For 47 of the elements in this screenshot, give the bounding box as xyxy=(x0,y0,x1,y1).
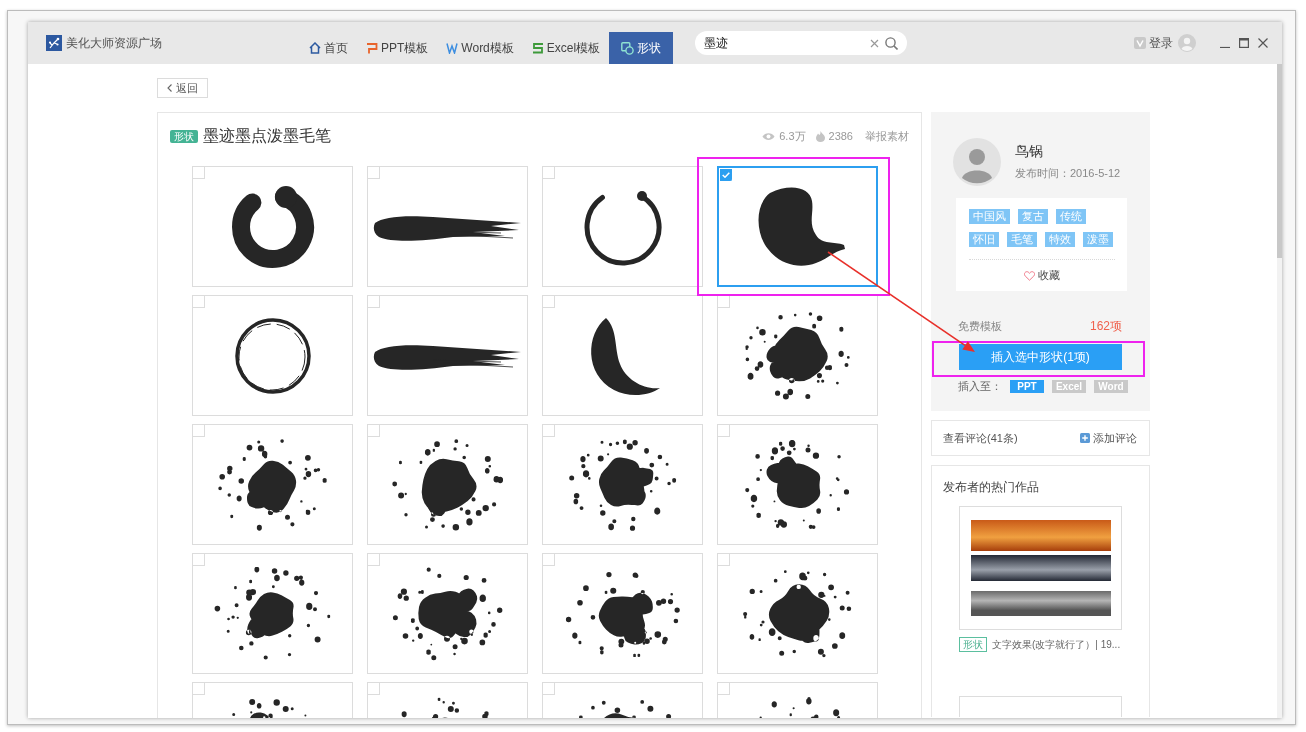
letter-s-icon xyxy=(531,42,544,54)
letter-w-icon xyxy=(446,42,459,54)
clear-icon[interactable] xyxy=(870,38,880,48)
checkmark-icon xyxy=(721,171,730,178)
eye-icon xyxy=(762,131,776,141)
report-link[interactable]: 举报素材 xyxy=(865,128,909,144)
badge-icon xyxy=(1134,37,1146,49)
shapes-icon xyxy=(621,41,635,55)
free-templates-label: 免费模板 xyxy=(958,319,1002,334)
search-icon[interactable] xyxy=(885,36,899,50)
scrollbar[interactable] xyxy=(1277,64,1282,258)
search-field[interactable]: 墨迹 xyxy=(695,31,908,55)
chevron-left-icon xyxy=(167,84,172,92)
favorite-button[interactable]: 收藏 xyxy=(1020,260,1064,291)
login-link[interactable]: 登录 xyxy=(1146,34,1173,52)
add-comment-button[interactable]: 添加评论 xyxy=(1080,430,1137,446)
view-comments-link[interactable]: 查看评论(41条) xyxy=(943,430,1018,446)
shape-tile[interactable] xyxy=(717,166,878,287)
template-count: 162项 xyxy=(1089,318,1122,334)
publish-date: 发布时间：2016-5-12 xyxy=(1015,166,1121,181)
flame-icon xyxy=(815,130,825,142)
preview-image-placeholder[interactable] xyxy=(959,506,1122,630)
view-count: 6.3万 xyxy=(779,128,806,144)
close-icon[interactable] xyxy=(1258,38,1268,48)
nav-tab[interactable]: Excel模板 xyxy=(522,32,610,64)
tile-checkbox[interactable] xyxy=(720,169,732,181)
type-tag: 形状 xyxy=(170,129,198,143)
plus-square-icon xyxy=(1080,433,1090,443)
avatar-silhouette-icon xyxy=(953,138,1001,186)
nav-tab[interactable]: 形状 xyxy=(609,32,674,64)
app-title: 美化大师资源广场 xyxy=(66,34,162,52)
like-count: 2386 xyxy=(828,130,853,142)
nav-tab[interactable]: 首页 xyxy=(300,32,357,64)
nav-tab[interactable]: Word模板 xyxy=(437,32,523,64)
maximize-icon[interactable] xyxy=(1239,38,1249,48)
work-caption-link[interactable]: 文字效果(改字就行了）| 19... xyxy=(992,637,1121,652)
type-tag: 形状 xyxy=(959,637,987,652)
home-icon xyxy=(309,42,321,54)
letter-p-icon xyxy=(366,42,378,54)
insert-to-label: 插入至： xyxy=(958,379,1002,394)
item-title: 墨迹墨点泼墨毛笔 xyxy=(203,125,331,146)
back-button[interactable]: 返回 xyxy=(157,78,208,98)
hot-works-title: 发布者的热门作品 xyxy=(943,479,1039,495)
heart-icon xyxy=(1024,270,1035,281)
author-name[interactable]: 鸟锅 xyxy=(1015,143,1121,161)
logo-icon xyxy=(46,35,62,51)
nav-tab[interactable]: PPT模板 xyxy=(357,32,438,64)
